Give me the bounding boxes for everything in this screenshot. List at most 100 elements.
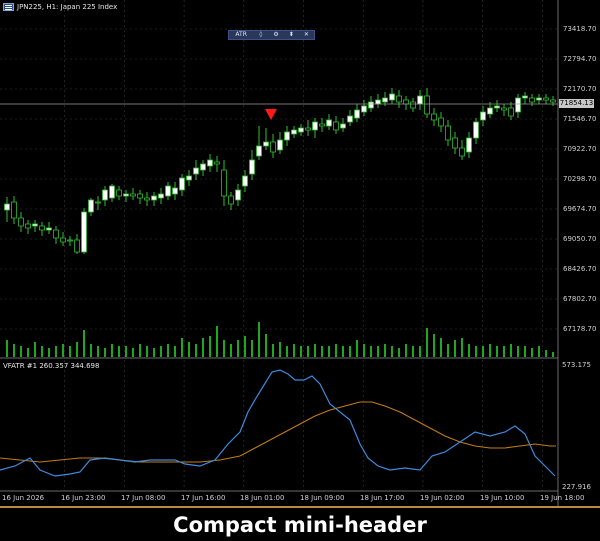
- candle-body: [95, 201, 101, 204]
- candle-body: [151, 195, 157, 201]
- volume-bar: [181, 338, 183, 357]
- candle-body: [25, 223, 31, 229]
- visibility-icon[interactable]: ◊: [253, 31, 268, 39]
- candle-body: [480, 111, 486, 121]
- volume-bar: [223, 340, 225, 357]
- price-tick: 68426.70: [563, 265, 597, 273]
- time-label: 17 Jun 16:00: [181, 494, 226, 502]
- volume-bar: [188, 342, 190, 357]
- volume-bar: [258, 322, 260, 357]
- candle-body: [333, 121, 339, 131]
- candle-body: [515, 97, 521, 113]
- volume-bar: [335, 344, 337, 357]
- volume-bar: [174, 346, 176, 357]
- chart-canvas[interactable]: [0, 0, 600, 506]
- price-tick: 67178.70: [563, 325, 597, 333]
- candle-body: [165, 185, 171, 197]
- volume-bar: [83, 330, 85, 357]
- time-label: 16 Jun 2026: [2, 494, 45, 502]
- candle-body: [529, 97, 535, 103]
- volume-bar: [307, 346, 309, 357]
- symbol-title: JPN225, H1: Japan 225 Index: [17, 3, 118, 11]
- candle-body: [270, 141, 276, 153]
- candle-body: [543, 97, 549, 101]
- volume-bar: [475, 346, 477, 357]
- indicator-main-line: [0, 369, 556, 477]
- candle-body: [18, 217, 24, 227]
- price-tick: 69674.70: [563, 205, 597, 213]
- volume-bar: [461, 338, 463, 357]
- indicator-mini-header[interactable]: ATR ◊ ⚙ ⬍ ✕: [228, 30, 315, 40]
- volume-bar: [391, 346, 393, 357]
- candle-body: [312, 121, 318, 131]
- time-label: 17 Jun 08:00: [121, 494, 166, 502]
- caption-text: Compact mini-header: [173, 512, 427, 537]
- volume-bar: [321, 346, 323, 357]
- move-icon[interactable]: ⬍: [284, 31, 299, 39]
- volume-bar: [447, 344, 449, 357]
- volume-bar: [440, 338, 442, 357]
- candle-body: [137, 193, 143, 199]
- indicator-title: VFATR #1 260.357 344.698: [3, 362, 100, 370]
- volume-bar: [160, 346, 162, 357]
- indicator-axis-max: 573.175: [562, 361, 591, 369]
- candle-body: [445, 125, 451, 141]
- candle-body: [172, 187, 178, 195]
- candle-body: [158, 193, 164, 199]
- price-tick: 70298.70: [563, 175, 597, 183]
- candle-body: [417, 95, 423, 105]
- chart-window[interactable]: JPN225, H1: Japan 225 Index ATR ◊ ⚙ ⬍ ✕ …: [0, 0, 600, 506]
- candle-body: [221, 169, 227, 197]
- volume-bar: [97, 346, 99, 357]
- settings-icon[interactable]: ⚙: [268, 31, 283, 39]
- candle-body: [144, 197, 150, 201]
- candle-body: [67, 239, 73, 242]
- candle-body: [235, 189, 241, 201]
- candle-body: [319, 123, 325, 127]
- chart-menu-icon[interactable]: [3, 3, 14, 11]
- volume-bar: [489, 344, 491, 357]
- caption-band: Compact mini-header: [0, 506, 600, 541]
- sell-signal-arrow-icon: [265, 109, 277, 120]
- volume-bar: [405, 344, 407, 357]
- volume-bar: [216, 326, 218, 357]
- candle-body: [102, 189, 108, 201]
- candle-body: [32, 223, 38, 227]
- candle-body: [60, 237, 66, 243]
- candle-body: [550, 99, 556, 103]
- volume-bar: [363, 344, 365, 357]
- candle-body: [340, 123, 346, 129]
- volume-bar: [517, 346, 519, 357]
- time-label: 16 Jun 23:00: [61, 494, 106, 502]
- mini-header-indicator-label[interactable]: ATR: [229, 31, 253, 39]
- volume-bar: [41, 346, 43, 357]
- close-icon[interactable]: ✕: [299, 31, 314, 39]
- price-tick: 67802.70: [563, 295, 597, 303]
- candle-body: [193, 167, 199, 175]
- volume-bar: [104, 348, 106, 357]
- candle-body: [368, 101, 374, 109]
- candle-body: [200, 163, 206, 171]
- candle-body: [354, 109, 360, 119]
- candle-body: [382, 97, 388, 103]
- volume-bar: [195, 344, 197, 357]
- volume-bar: [377, 346, 379, 357]
- volume-bar: [153, 348, 155, 357]
- candle-body: [11, 201, 17, 219]
- candle-body: [109, 185, 115, 199]
- volume-bar: [328, 346, 330, 357]
- volume-bar: [433, 334, 435, 357]
- volume-bar: [482, 346, 484, 357]
- candle-body: [242, 175, 248, 187]
- candle-body: [410, 101, 416, 109]
- volume-bar: [202, 338, 204, 357]
- volume-bar: [62, 344, 64, 357]
- volume-bar: [139, 344, 141, 357]
- volume-bar: [90, 344, 92, 357]
- candle-body: [403, 99, 409, 105]
- volume-bar: [13, 344, 15, 357]
- candle-body: [277, 139, 283, 151]
- volume-bar: [531, 348, 533, 357]
- candle-body: [88, 199, 94, 213]
- volume-bar: [69, 346, 71, 357]
